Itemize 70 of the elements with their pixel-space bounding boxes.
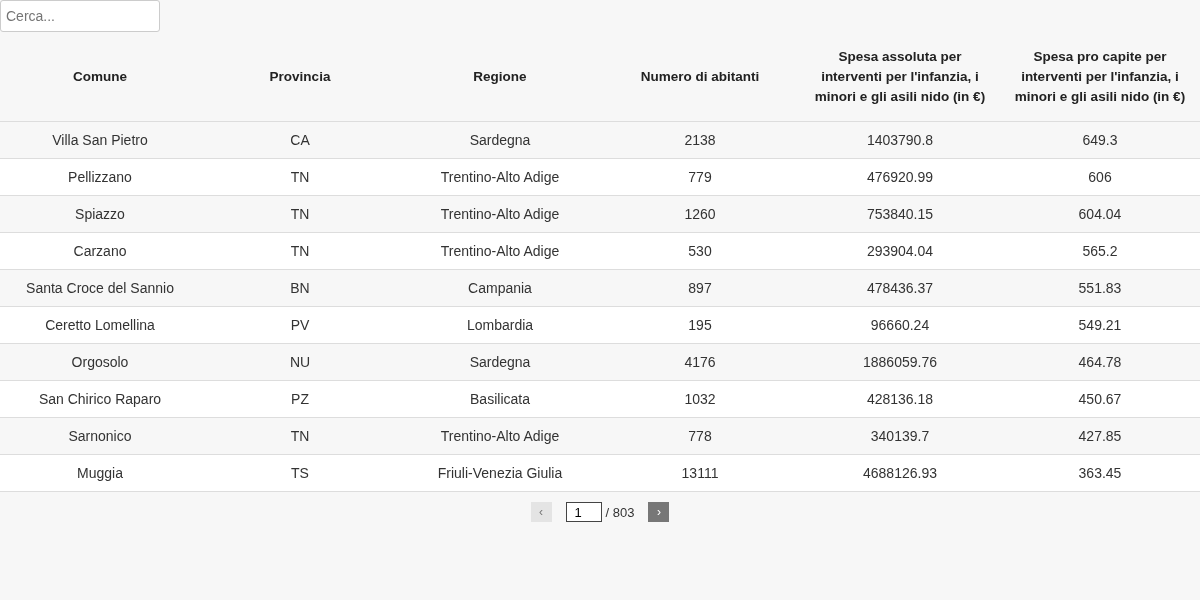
table-cell: 530 xyxy=(600,232,800,270)
column-header[interactable]: Spesa assoluta per interventi per l'infanzia, i minori e gli asili nido (in €) xyxy=(800,32,1000,122)
table-cell: 363.45 xyxy=(1000,454,1200,492)
table-cell: 13111 xyxy=(600,454,800,492)
table-cell: 606 xyxy=(1000,158,1200,196)
table-cell: Trentino-Alto Adige xyxy=(400,158,600,196)
table-cell: 1403790.8 xyxy=(800,121,1000,159)
table-cell: Carzano xyxy=(0,232,200,270)
table-cell: PV xyxy=(200,306,400,344)
table-cell: Pellizzano xyxy=(0,158,200,196)
table-cell: 604.04 xyxy=(1000,195,1200,233)
page-total: / 803 xyxy=(605,504,635,520)
table-cell: 476920.99 xyxy=(800,158,1000,196)
table-cell: Campania xyxy=(400,269,600,307)
table-cell: 2138 xyxy=(600,121,800,159)
table-cell: Orgosolo xyxy=(0,343,200,381)
table-cell: Muggia xyxy=(0,454,200,492)
table-cell: 1032 xyxy=(600,380,800,418)
table-cell: 96660.24 xyxy=(800,306,1000,344)
table-cell: 1260 xyxy=(600,195,800,233)
column-header[interactable]: Regione xyxy=(400,32,600,122)
table-cell: BN xyxy=(200,269,400,307)
table-cell: 4688126.93 xyxy=(800,454,1000,492)
table-cell: TN xyxy=(200,232,400,270)
column-header[interactable]: Numero di abitanti xyxy=(600,32,800,122)
column-header[interactable]: Provincia xyxy=(200,32,400,122)
table-cell: 753840.15 xyxy=(800,195,1000,233)
table-cell: 897 xyxy=(600,269,800,307)
table-cell: CA xyxy=(200,121,400,159)
table-cell: Sardegna xyxy=(400,121,600,159)
table-cell: Friuli-Venezia Giulia xyxy=(400,454,600,492)
table-cell: TN xyxy=(200,417,400,455)
table-cell: Trentino-Alto Adige xyxy=(400,417,600,455)
table-cell: Santa Croce del Sannio xyxy=(0,269,200,307)
table-cell: 779 xyxy=(600,158,800,196)
table-cell: 1886059.76 xyxy=(800,343,1000,381)
table-cell: 4176 xyxy=(600,343,800,381)
table-cell: 565.2 xyxy=(1000,232,1200,270)
table-cell: 195 xyxy=(600,306,800,344)
table-cell: 649.3 xyxy=(1000,121,1200,159)
table-cell: 293904.04 xyxy=(800,232,1000,270)
table-cell: NU xyxy=(200,343,400,381)
table-cell: San Chirico Raparo xyxy=(0,380,200,418)
table-cell: 428136.18 xyxy=(800,380,1000,418)
table-cell: 427.85 xyxy=(1000,417,1200,455)
next-page-button[interactable]: › xyxy=(648,502,670,522)
table-cell: TN xyxy=(200,158,400,196)
table-cell: Sardegna xyxy=(400,343,600,381)
table-cell: 778 xyxy=(600,417,800,455)
column-header[interactable]: Comune xyxy=(0,32,200,122)
table-cell: Villa San Pietro xyxy=(0,121,200,159)
table-cell: Spiazzo xyxy=(0,195,200,233)
table-cell: Sarnonico xyxy=(0,417,200,455)
table-cell: TN xyxy=(200,195,400,233)
table-cell: Ceretto Lomellina xyxy=(0,306,200,344)
table-cell: Lombardia xyxy=(400,306,600,344)
page-number-field[interactable]: 1 xyxy=(565,502,602,522)
table-cell: Trentino-Alto Adige xyxy=(400,232,600,270)
table-cell: 551.83 xyxy=(1000,269,1200,307)
search-field[interactable]: Cerca... xyxy=(0,0,160,32)
table-cell: 450.67 xyxy=(1000,380,1200,418)
column-header[interactable]: Spesa pro capite per interventi per l'infanzia, i minori e gli asili nido (in €) xyxy=(1000,32,1200,122)
table-cell: TS xyxy=(200,454,400,492)
table-cell: PZ xyxy=(200,380,400,418)
table-cell: 478436.37 xyxy=(800,269,1000,307)
table-cell: 340139.7 xyxy=(800,417,1000,455)
table-cell: Trentino-Alto Adige xyxy=(400,195,600,233)
table-cell: 464.78 xyxy=(1000,343,1200,381)
table-cell: Basilicata xyxy=(400,380,600,418)
table-cell: 549.21 xyxy=(1000,306,1200,344)
